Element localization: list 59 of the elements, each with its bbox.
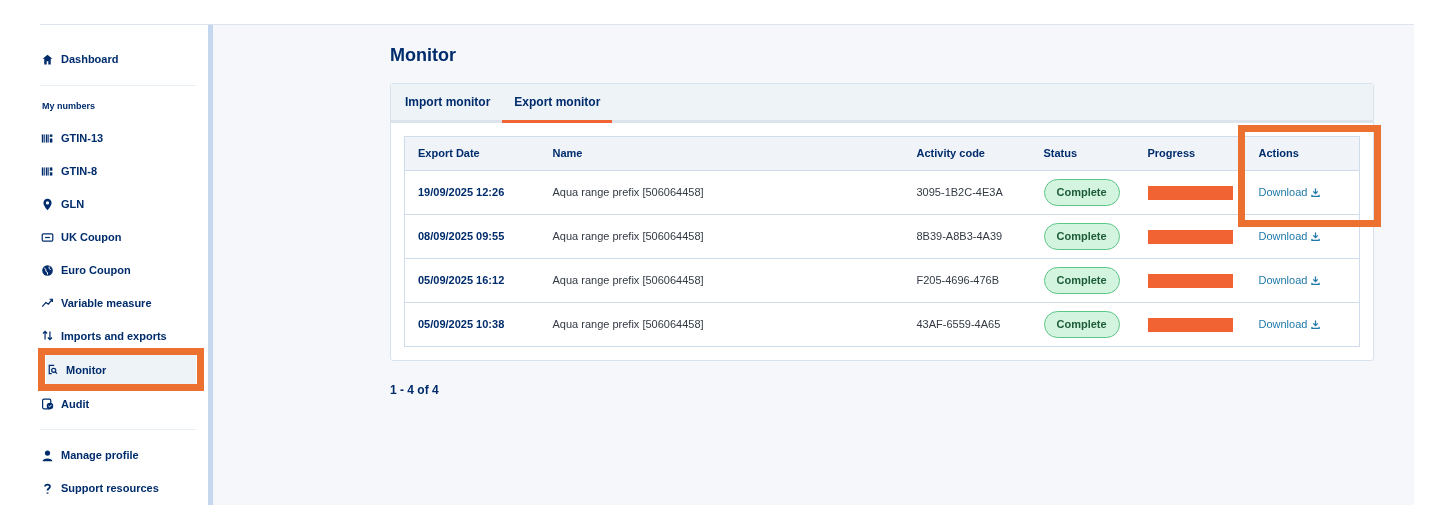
date-cell: 19/09/2025 12:26: [404, 170, 540, 215]
column-header: Name: [539, 136, 904, 171]
globe-icon: [41, 263, 54, 277]
card-icon: [41, 230, 54, 244]
sidebar-heading: My numbers: [42, 100, 95, 114]
sidebar-item[interactable]: Imports and exports: [40, 322, 190, 350]
column-header: Actions: [1245, 136, 1360, 171]
sidebar-item[interactable]: Support resources: [40, 475, 190, 502]
name-cell: Aqua range prefix [506064458]: [539, 258, 904, 303]
status-badge: Complete: [1043, 311, 1120, 338]
status-badge: Complete: [1043, 179, 1120, 206]
name-cell: Aqua range prefix [506064458]: [539, 302, 904, 347]
download-icon: [1311, 188, 1321, 197]
status-badge: Complete: [1043, 267, 1120, 294]
download-icon: [1311, 276, 1321, 285]
download-link[interactable]: Download: [1258, 184, 1321, 201]
code-cell: F205-4696-476B: [903, 258, 1031, 303]
download-icon: [1311, 320, 1321, 329]
location-pin-icon: [41, 197, 54, 211]
sidebar-item[interactable]: Variable measure: [40, 289, 190, 317]
download-link[interactable]: Download: [1258, 272, 1321, 289]
code-cell: 3095-1B2C-4E3A: [903, 170, 1031, 215]
clipboard-check-icon: [41, 397, 54, 411]
download-icon: [1311, 232, 1321, 241]
name-cell: Aqua range prefix [506064458]: [539, 170, 904, 215]
column-header: Export Date: [404, 136, 540, 171]
date-cell: 08/09/2025 09:55: [404, 214, 540, 259]
sidebar-item[interactable]: UK Coupon: [40, 223, 190, 251]
sidebar-item[interactable]: GLN: [40, 190, 190, 218]
trend-up-icon: [41, 296, 54, 310]
sidebar-item[interactable]: Euro Coupon: [40, 256, 190, 284]
sidebar-item[interactable]: Manage profile: [40, 442, 190, 470]
sidebar-item[interactable]: GTIN-8: [40, 157, 190, 185]
column-header: Activity code: [903, 136, 1031, 171]
page-title: Monitor: [390, 44, 457, 67]
pagination-text: 1 - 4 of 4: [390, 382, 440, 399]
search-document-icon: [46, 363, 59, 377]
column-header: Progress: [1134, 136, 1246, 171]
home-icon: [41, 52, 54, 66]
date-cell: 05/09/2025 10:38: [404, 302, 540, 347]
status-badge: Complete: [1043, 223, 1120, 250]
download-link[interactable]: Download: [1258, 316, 1321, 333]
sidebar-item[interactable]: Audit: [40, 390, 190, 418]
tab[interactable]: Export monitor: [502, 84, 613, 123]
up-down-arrows-icon: [41, 329, 54, 343]
column-header: Status: [1030, 136, 1135, 171]
download-link[interactable]: Download: [1258, 228, 1321, 245]
barcode-icon: [41, 164, 54, 178]
sidebar-item[interactable]: Dashboard: [40, 46, 190, 73]
date-cell: 05/09/2025 16:12: [404, 258, 540, 303]
barcode-icon: [41, 131, 54, 145]
person-icon: [41, 449, 54, 463]
sidebar-item[interactable]: GTIN-13: [40, 124, 190, 152]
code-cell: 8B39-A8B3-4A39: [903, 214, 1031, 259]
tab[interactable]: Import monitor: [393, 84, 503, 123]
code-cell: 43AF-6559-4A65: [903, 302, 1031, 347]
name-cell: Aqua range prefix [506064458]: [539, 214, 904, 259]
question-icon: [41, 482, 54, 495]
sidebar-item[interactable]: Monitor: [46, 355, 196, 385]
